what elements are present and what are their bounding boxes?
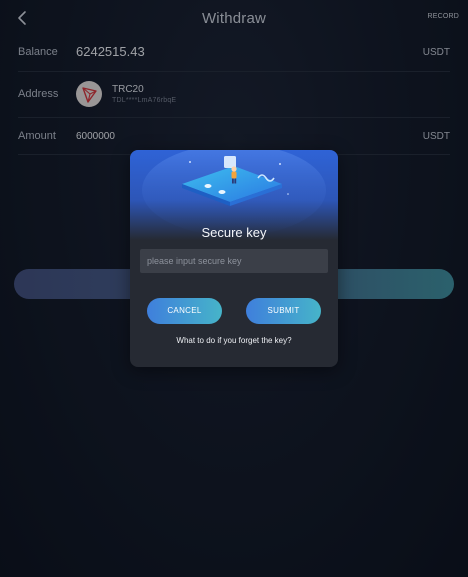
submit-button[interactable]: SUBMIT (246, 298, 321, 324)
forgot-key-link[interactable]: What to do if you forget the key? (130, 336, 338, 345)
secure-key-modal: Secure key CANCEL SUBMIT What to do if y… (130, 150, 338, 367)
modal-title: Secure key (201, 225, 267, 240)
cancel-button[interactable]: CANCEL (147, 298, 222, 324)
secure-key-input[interactable] (140, 249, 328, 273)
